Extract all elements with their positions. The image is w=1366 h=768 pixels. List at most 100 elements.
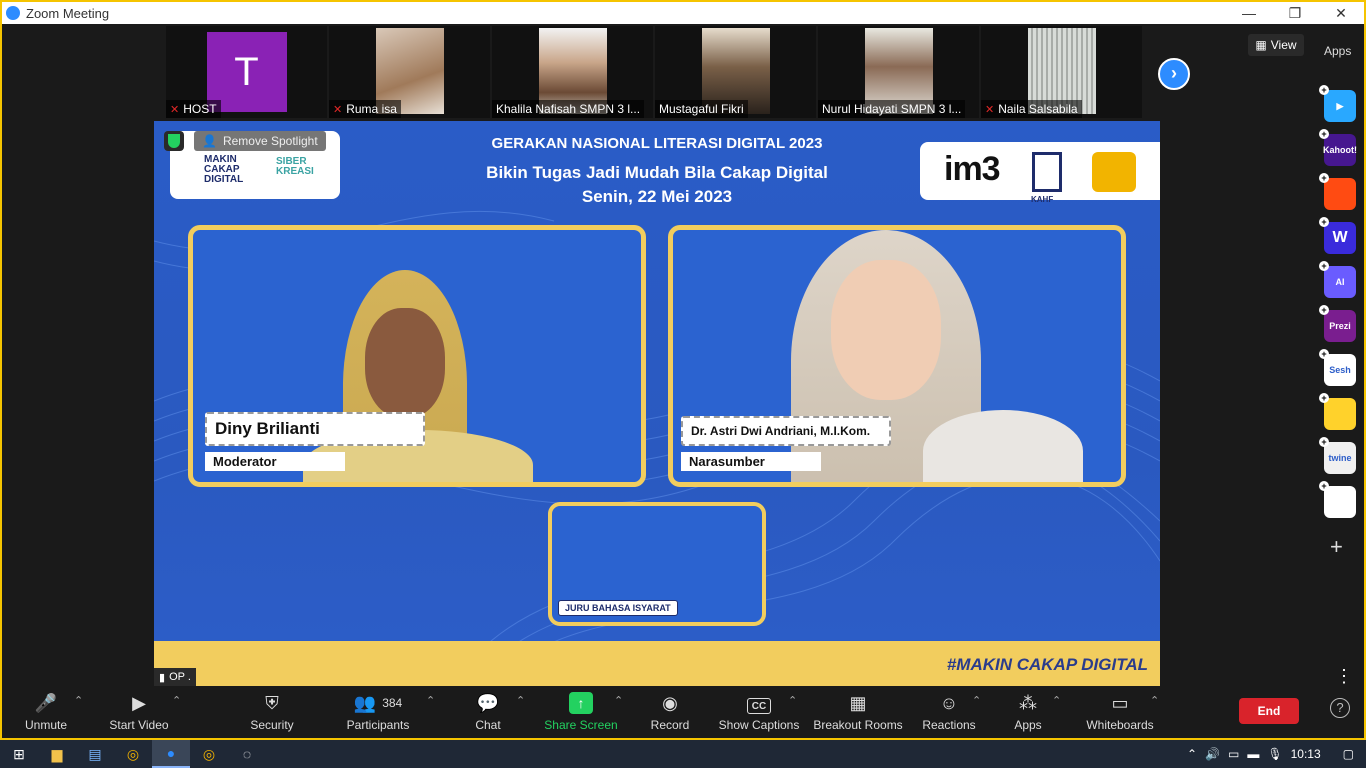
microphone-icon[interactable]: 🎙 <box>1267 747 1282 761</box>
kahoot-icon[interactable]: + Kahoot! <box>1319 129 1357 166</box>
app-icon[interactable]: + <box>1319 173 1356 210</box>
zoom-window: Zoom Meeting — ❐ ✕ T ✕ HOST ✕ Ruma isa Kha… <box>0 0 1366 740</box>
windows-taskbar: ⊞ ▆ ▤ ◎ ● ◎ ◌ ⌃ 🔊 ▭ ▬ 🎙 10:13 ▢ <box>0 740 1366 768</box>
view-button[interactable]: ▦ View <box>1248 34 1304 56</box>
im3-logo: im3 <box>944 150 1001 188</box>
play-icon[interactable]: + ▶ <box>1319 85 1356 122</box>
security-button[interactable]: ⛨ Security <box>246 686 298 738</box>
speaker-role: Narasumber <box>681 452 821 471</box>
speaker-name: Dr. Astri Dwi Andriani, M.I.Kom. <box>681 416 891 446</box>
participants-button[interactable]: 👥 384 Participants <box>342 686 414 738</box>
twine-icon[interactable]: + twine <box>1319 437 1356 474</box>
add-app-button[interactable]: + <box>1330 534 1343 560</box>
participant-name-label: Khalila Nafisah SMPN 3 l... <box>492 100 645 118</box>
share-screen-button[interactable]: ↑ Share Screen <box>544 686 618 738</box>
window-title: Zoom Meeting <box>26 5 110 21</box>
emoji-app-icon[interactable]: + <box>1319 393 1356 430</box>
participant-tile[interactable]: Nurul Hidayati SMPN 3 l... <box>818 26 979 118</box>
participant-tile[interactable]: T ✕ HOST <box>166 26 327 118</box>
captions-options-chevron-icon[interactable]: ⌃ <box>788 694 797 707</box>
apps-sidebar: + ▶ + Kahoot! + + W + AI + Prezi + Sesh + + twi… <box>1319 85 1357 530</box>
apps-panel-title: Apps <box>1324 44 1352 58</box>
windows-start-icon[interactable]: ⊞ <box>0 740 38 768</box>
restore-button[interactable]: ❐ <box>1272 2 1318 24</box>
help-icon[interactable]: ? <box>1330 698 1350 718</box>
captions-icon: CC <box>747 698 771 714</box>
government-emblem-icon <box>1092 152 1136 192</box>
person-icon: 👤 <box>202 134 217 148</box>
participant-name-label: ✕ HOST <box>166 100 221 118</box>
chevron-up-icon[interactable]: ⌃ <box>1187 747 1197 761</box>
speaker-body <box>923 410 1083 482</box>
spotlight-video: #MAKIN CAKAP DIGITAL MAKIN CAKAP DIGITAL… <box>154 121 1160 687</box>
whiteboards-button[interactable]: ▭ Whiteboards <box>1080 686 1160 738</box>
wooclap-icon[interactable]: + W <box>1319 217 1356 254</box>
chat-options-chevron-icon[interactable]: ⌃ <box>516 694 525 707</box>
share-options-chevron-icon[interactable]: ⌃ <box>614 694 623 707</box>
battery-icon[interactable]: ▬ <box>1247 747 1259 761</box>
notepad-icon[interactable]: ▤ <box>76 740 114 768</box>
participant-tile[interactable]: ✕ Ruma isa <box>329 26 490 118</box>
clock-time[interactable]: 10:13 <box>1291 747 1321 761</box>
close-button[interactable]: ✕ <box>1318 2 1364 24</box>
prezi-icon[interactable]: + Prezi <box>1319 305 1356 342</box>
breakout-rooms-icon: ▦ <box>849 692 867 713</box>
participants-icon: 👥 384 <box>353 692 403 713</box>
apps-options-chevron-icon[interactable]: ⌃ <box>1052 694 1061 707</box>
whiteboards-options-chevron-icon[interactable]: ⌃ <box>1150 694 1159 707</box>
unmute-button[interactable]: 🎤 Unmute <box>22 686 70 738</box>
grid-view-icon: ▦ <box>1255 38 1267 52</box>
file-explorer-icon[interactable]: ▆ <box>38 740 76 768</box>
muted-mic-icon: ✕ <box>985 103 995 116</box>
participants-options-chevron-icon[interactable]: ⌃ <box>426 694 435 707</box>
gallery-strip: T ✕ HOST ✕ Ruma isa Khalila Nafisah SMPN 3… <box>166 26 1142 118</box>
remove-spotlight-button[interactable]: 👤 Remove Spotlight <box>194 131 326 151</box>
record-icon: ◉ <box>662 692 678 713</box>
moderator-panel: Diny Brilianti Moderator <box>188 225 646 487</box>
security-shield-icon[interactable] <box>164 131 184 151</box>
meeting-toolbar: 🎤 Unmute ⌃ ▶ Start Video ⌃ ⛨ Security 👥 3… <box>2 686 1364 738</box>
video-off-icon: ▶ <box>132 692 146 713</box>
signal-bars-icon: ▮ <box>159 671 166 684</box>
blocks-icon[interactable]: + <box>1319 481 1356 518</box>
minimize-button[interactable]: — <box>1226 2 1272 24</box>
chat-icon: 💬 <box>476 692 500 713</box>
ai-icon[interactable]: + AI <box>1319 261 1356 298</box>
breakout-rooms-button[interactable]: ▦ Breakout Rooms <box>812 686 904 738</box>
reaction-emoji-icon: ☺ <box>939 692 959 713</box>
title-bar: Zoom Meeting — ❐ ✕ <box>2 2 1364 24</box>
chat-button[interactable]: 💬 Chat <box>470 686 506 738</box>
video-options-chevron-icon[interactable]: ⌃ <box>172 694 181 707</box>
chrome-icon[interactable]: ◎ <box>190 740 228 768</box>
zoom-logo-icon <box>6 6 20 20</box>
network-icon[interactable]: ▭ <box>1228 747 1239 761</box>
reactions-options-chevron-icon[interactable]: ⌃ <box>972 694 981 707</box>
sponsor-logos-right: im3 KAHF <box>920 142 1160 204</box>
share-screen-icon: ↑ <box>569 692 593 714</box>
notifications-icon[interactable]: ▢ <box>1343 747 1354 761</box>
zoom-taskbar-icon[interactable]: ● <box>152 740 190 768</box>
chrome-icon[interactable]: ◎ <box>114 740 152 768</box>
apps-button[interactable]: ⁂ Apps <box>1010 686 1046 738</box>
record-button[interactable]: ◉ Record <box>648 686 692 738</box>
more-options-icon[interactable]: ⋮ <box>1335 666 1353 687</box>
participant-tile[interactable]: ✕ Naila Salsabila <box>981 26 1142 118</box>
participant-tile[interactable]: Mustagaful Fikri <box>655 26 816 118</box>
sesh-icon[interactable]: + Sesh <box>1319 349 1356 386</box>
window-controls: — ❐ ✕ <box>1226 2 1364 24</box>
system-tray: ⌃ 🔊 ▭ ▬ 🎙 10:13 ▢ <box>1187 740 1366 768</box>
moderator-role: Moderator <box>205 452 345 471</box>
muted-mic-icon: 🎤 <box>34 692 58 713</box>
obs-icon[interactable]: ◌ <box>228 740 266 768</box>
participant-tile[interactable]: Khalila Nafisah SMPN 3 l... <box>492 26 653 118</box>
end-meeting-button[interactable]: End <box>1239 698 1299 724</box>
reactions-button[interactable]: ☺ Reactions <box>920 686 978 738</box>
speaker-face <box>831 260 941 400</box>
speaker-icon[interactable]: 🔊 <box>1205 747 1220 761</box>
audio-options-chevron-icon[interactable]: ⌃ <box>74 694 83 707</box>
muted-mic-icon: ✕ <box>333 103 343 116</box>
start-video-button[interactable]: ▶ Start Video <box>106 686 172 738</box>
connection-status[interactable]: ▮ OP . <box>154 668 196 686</box>
whiteboard-icon: ▭ <box>1111 692 1129 713</box>
gallery-next-button[interactable]: › <box>1158 58 1190 90</box>
